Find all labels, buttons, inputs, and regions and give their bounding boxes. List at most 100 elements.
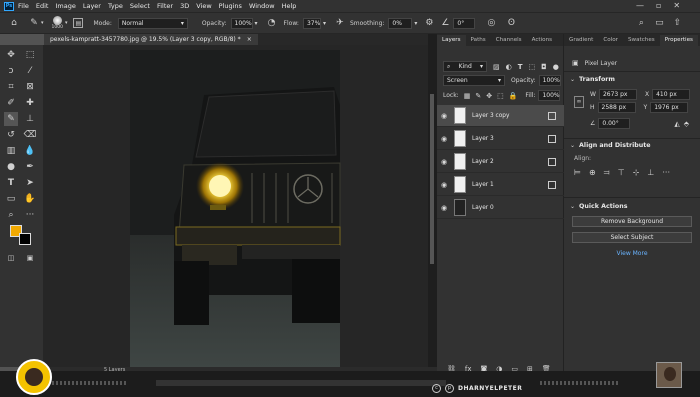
tab-gradient[interactable]: Gradient	[564, 35, 598, 46]
layer-row-layer-2[interactable]: ◉ Layer 2	[437, 151, 564, 173]
blur-tool-icon[interactable]: 💧	[23, 144, 37, 158]
more-options-icon[interactable]: ···	[662, 168, 670, 178]
rectangle-tool-icon[interactable]: ▭	[4, 192, 18, 206]
document-tab[interactable]: pexels-kampratt-3457780.jpg @ 19.5% (Lay…	[44, 34, 258, 45]
filter-pixel-icon[interactable]: ▨	[493, 63, 500, 71]
layer-row-layer-3-copy[interactable]: ◉ Layer 3 copy	[437, 105, 564, 127]
brush-settings-icon[interactable]: ▤	[73, 18, 84, 28]
opacity-input[interactable]: 100%	[230, 17, 253, 29]
link-dimensions-icon[interactable]: ∞	[574, 96, 584, 108]
dodge-tool-icon[interactable]: ●	[4, 160, 18, 174]
gear-icon[interactable]: ⚙	[423, 17, 435, 29]
healing-brush-icon[interactable]: ✚	[23, 96, 37, 110]
menu-view[interactable]: View	[196, 2, 211, 10]
type-tool-icon[interactable]: T	[4, 176, 18, 190]
lasso-tool-icon[interactable]: ↄ	[4, 64, 18, 78]
lock-position-icon[interactable]: ✥	[486, 92, 492, 100]
menu-3d[interactable]: 3D	[180, 2, 189, 10]
menu-window[interactable]: Window	[249, 2, 275, 10]
layer-filter-select[interactable]: ⌕ Kind ▾	[443, 61, 487, 72]
filter-type-icon[interactable]: T	[518, 63, 523, 71]
crop-tool-icon[interactable]: ⌗	[4, 80, 18, 94]
minimize-icon[interactable]: —	[636, 1, 644, 10]
close-window-icon[interactable]: ✕	[673, 1, 680, 10]
maximize-icon[interactable]: ▫	[656, 1, 661, 10]
scrollbar-thumb[interactable]	[430, 94, 434, 264]
remove-background-button[interactable]: Remove Background	[572, 216, 692, 227]
eye-icon[interactable]: ◉	[437, 112, 451, 120]
background-color-swatch[interactable]	[19, 233, 31, 245]
angle-input[interactable]: 0°	[453, 17, 476, 29]
path-selection-icon[interactable]: ➤	[23, 176, 37, 190]
align-center-h-icon[interactable]: ⊕	[589, 168, 596, 178]
menu-select[interactable]: Select	[130, 2, 150, 10]
mode-select[interactable]: Normal ▾	[117, 17, 188, 29]
quick-mask-icon[interactable]: ◫	[4, 251, 18, 265]
filter-toggle-icon[interactable]: ●	[553, 63, 559, 71]
menu-edit[interactable]: Edit	[36, 2, 49, 10]
tab-swatches[interactable]: Swatches	[623, 35, 660, 46]
airbrush-icon[interactable]: ✈	[334, 17, 346, 29]
flip-vertical-icon[interactable]: ⬘	[684, 120, 689, 128]
filter-shape-icon[interactable]: ⬚	[529, 63, 536, 71]
search-icon[interactable]: ⌕	[635, 17, 647, 29]
lock-artboard-icon[interactable]: ⬚	[497, 92, 504, 100]
flip-horizontal-icon[interactable]: ◭	[674, 120, 679, 128]
filter-smart-object-icon[interactable]: ◘	[541, 63, 547, 71]
align-bottom-icon[interactable]: ⊥	[647, 168, 654, 178]
tab-layers[interactable]: Layers	[437, 35, 466, 46]
smoothing-input[interactable]: 0%	[388, 17, 413, 29]
flow-input[interactable]: 37%	[302, 17, 321, 29]
chevron-down-icon[interactable]: ⌄	[570, 76, 575, 83]
align-top-icon[interactable]: ⊤	[618, 168, 625, 178]
chevron-down-icon[interactable]: ⌄	[570, 142, 575, 149]
layer-row-layer-0[interactable]: ◉ Layer 0	[437, 197, 564, 219]
align-right-icon[interactable]: ⫤	[604, 168, 610, 178]
eye-icon[interactable]: ◉	[437, 135, 451, 143]
menu-image[interactable]: Image	[55, 2, 75, 10]
symmetry-icon[interactable]: ʘ	[505, 17, 517, 29]
photoshop-logo-icon[interactable]: Ps	[4, 1, 14, 11]
gradient-tool-icon[interactable]: ▥	[4, 144, 18, 158]
menu-layer[interactable]: Layer	[83, 2, 101, 10]
height-input[interactable]: 2588 px	[597, 102, 636, 113]
home-icon[interactable]: ⌂	[8, 17, 20, 29]
hand-tool-icon[interactable]: ✋	[23, 192, 37, 206]
artboard-tool-icon[interactable]: ⬚	[23, 48, 37, 62]
screen-mode-icon[interactable]: ▣	[23, 251, 37, 265]
zoom-tool-icon[interactable]: ⌕	[4, 208, 18, 222]
magic-wand-icon[interactable]: ⁄	[23, 64, 37, 78]
lock-image-icon[interactable]: ✎	[475, 92, 481, 100]
align-left-icon[interactable]: ⊨	[574, 168, 581, 178]
pressure-size-icon[interactable]: ◎	[485, 17, 497, 29]
layer-row-layer-1[interactable]: ◉ Layer 1	[437, 174, 564, 196]
filter-adjustment-icon[interactable]: ◐	[506, 63, 512, 71]
align-middle-v-icon[interactable]: ⊹	[633, 168, 640, 178]
lock-all-icon[interactable]: 🔒	[509, 92, 518, 100]
chevron-down-icon[interactable]: ⌄	[570, 203, 575, 210]
layer-row-layer-3[interactable]: ◉ Layer 3	[437, 128, 564, 150]
tab-color[interactable]: Color	[598, 35, 623, 46]
lock-transparent-icon[interactable]: ▦	[464, 92, 471, 100]
tab-paths[interactable]: Paths	[466, 35, 491, 46]
move-tool-icon[interactable]: ✥	[4, 48, 18, 62]
pen-tool-icon[interactable]: ✒	[23, 160, 37, 174]
canvas-horizontal-scrollbar[interactable]	[156, 380, 446, 386]
tab-channels[interactable]: Channels	[491, 35, 527, 46]
clone-stamp-icon[interactable]: ⊥	[23, 112, 37, 126]
x-input[interactable]: 410 px	[652, 89, 691, 100]
layer-opacity-input[interactable]: 100%	[538, 75, 561, 86]
select-subject-button[interactable]: Select Subject	[572, 232, 692, 243]
eye-icon[interactable]: ◉	[437, 204, 451, 212]
y-input[interactable]: 1976 px	[650, 102, 689, 113]
close-tab-icon[interactable]: ×	[247, 36, 252, 43]
more-tools-icon[interactable]: ···	[23, 208, 37, 222]
eye-icon[interactable]: ◉	[437, 181, 451, 189]
share-icon[interactable]: ⇧	[671, 17, 683, 29]
history-brush-icon[interactable]: ↺	[4, 128, 18, 142]
brush-tool-active-icon[interactable]: ✎	[4, 112, 18, 126]
eraser-icon[interactable]: ⌫	[23, 128, 37, 142]
fill-input[interactable]: 100%	[538, 90, 561, 101]
menu-filter[interactable]: Filter	[157, 2, 173, 10]
menu-plugins[interactable]: Plugins	[219, 2, 242, 10]
